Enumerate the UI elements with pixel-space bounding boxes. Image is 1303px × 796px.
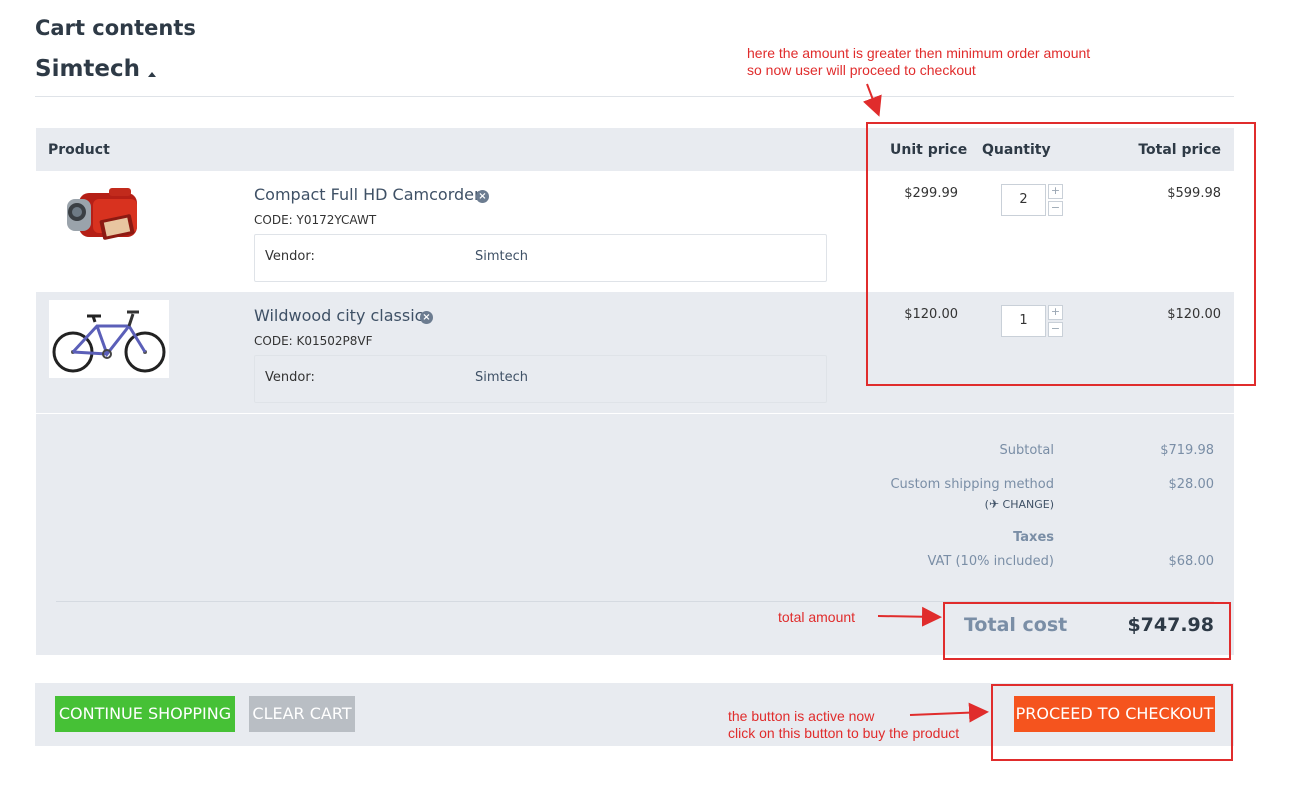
highlight-box-checkout — [991, 684, 1233, 761]
vat-value: $68.00 — [1168, 554, 1215, 569]
vendor-info-box: Vendor: Simtech — [254, 234, 827, 282]
taxes-label: Taxes — [1013, 530, 1054, 545]
product-name-link[interactable]: Compact Full HD Camcorder — [254, 185, 481, 204]
remove-item-icon[interactable]: × — [420, 311, 433, 324]
annotation-line: so now user will proceed to checkout — [747, 62, 976, 78]
subtotal-label: Subtotal — [999, 443, 1054, 458]
annotation-total-amount: total amount — [778, 609, 856, 625]
annotation-min-order: here the amount is greater then minimum … — [747, 45, 1090, 79]
subtotal-value: $719.98 — [1160, 443, 1214, 458]
shipping-method-label: Custom shipping method — [890, 477, 1054, 492]
header-product: Product — [48, 142, 110, 158]
continue-shopping-button[interactable]: CONTINUE SHOPPING — [55, 696, 235, 732]
vendor-value[interactable]: Simtech — [475, 249, 528, 264]
annotation-line: the button is active now — [728, 708, 875, 724]
arrow-min-order — [862, 83, 882, 117]
vendor-info-box: Vendor: Simtech — [254, 355, 827, 403]
shipping-value: $28.00 — [1168, 477, 1215, 492]
product-code: CODE: Y0172YCAWT — [254, 213, 377, 227]
caret-up-icon[interactable] — [148, 72, 156, 77]
product-code: CODE: K01502P8VF — [254, 334, 373, 348]
page-title: Cart contents — [35, 16, 196, 40]
change-shipping-link[interactable]: (✈ CHANGE) — [985, 497, 1054, 511]
product-image-bicycle[interactable] — [49, 300, 169, 378]
vendor-label: Vendor: — [265, 249, 315, 264]
product-image-camcorder[interactable] — [49, 179, 169, 257]
highlight-box-total — [943, 602, 1231, 660]
clear-cart-button[interactable]: CLEAR CART — [249, 696, 355, 732]
annotation-line: here the amount is greater then minimum … — [747, 45, 1091, 61]
annotation-button: the button is active now click on this b… — [728, 708, 959, 742]
annotation-line: click on this button to buy the product — [728, 725, 960, 741]
remove-item-icon[interactable]: × — [476, 190, 489, 203]
highlight-box-prices — [866, 122, 1256, 386]
vendor-title[interactable]: Simtech — [35, 56, 140, 82]
vendor-value[interactable]: Simtech — [475, 370, 528, 385]
vendor-label: Vendor: — [265, 370, 315, 385]
vat-label: VAT (10% included) — [927, 554, 1054, 569]
airplane-icon: ✈ — [988, 497, 1000, 511]
divider — [35, 96, 1234, 97]
change-label[interactable]: CHANGE — [1003, 498, 1050, 511]
product-name-link[interactable]: Wildwood city classic — [254, 306, 423, 325]
